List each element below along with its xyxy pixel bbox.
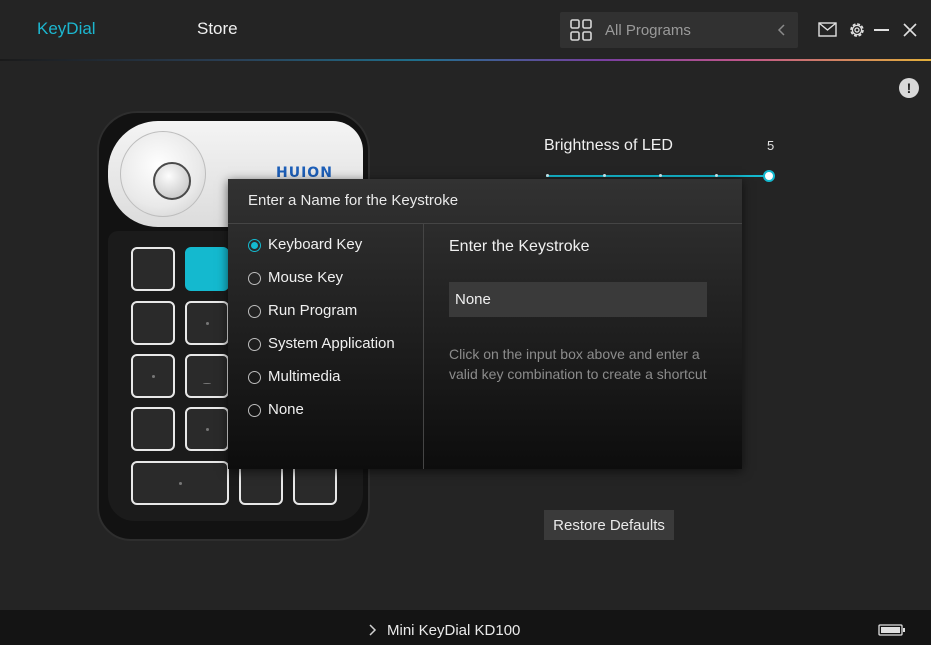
device-key[interactable]: [131, 247, 175, 291]
device-key[interactable]: [185, 354, 229, 398]
device-key[interactable]: [185, 301, 229, 345]
option-label: Run Program: [268, 302, 358, 319]
battery-icon: [878, 624, 905, 636]
radio-icon[interactable]: [248, 272, 261, 285]
slider-tick: [659, 174, 662, 177]
radio-icon[interactable]: [248, 239, 261, 252]
program-selector-label: All Programs: [605, 22, 691, 39]
dialog-divider: [228, 223, 742, 224]
header-accent-line: [0, 59, 931, 61]
device-name[interactable]: Mini KeyDial KD100: [387, 622, 520, 639]
restore-defaults-button[interactable]: Restore Defaults: [544, 510, 674, 540]
dialog-column-divider: [423, 224, 424, 469]
device-key[interactable]: [185, 407, 229, 451]
brightness-label: Brightness of LED: [544, 137, 673, 154]
alert-icon[interactable]: !: [899, 78, 919, 98]
brightness-value: 5: [767, 138, 775, 153]
grid-icon: [570, 19, 592, 41]
slider-tick: [715, 174, 718, 177]
keystroke-heading: Enter the Keystroke: [449, 238, 590, 255]
gear-icon[interactable]: [848, 21, 866, 39]
chevron-right-icon[interactable]: [368, 624, 377, 636]
brightness-slider[interactable]: [546, 174, 769, 177]
option-label: None: [268, 401, 304, 418]
radio-icon[interactable]: [248, 404, 261, 417]
radio-icon[interactable]: [248, 371, 261, 384]
slider-tick: [603, 174, 606, 177]
device-key[interactable]: [131, 354, 175, 398]
dial-ring[interactable]: [120, 131, 206, 217]
brightness-slider-thumb[interactable]: [763, 170, 775, 182]
keystroke-hint: Click on the input box above and enter a…: [449, 346, 707, 382]
device-key-selected[interactable]: [185, 247, 229, 291]
option-label: Keyboard Key: [268, 236, 363, 253]
device-key[interactable]: [131, 301, 175, 345]
chevron-left-icon[interactable]: [776, 23, 788, 37]
tab-store[interactable]: Store: [197, 19, 238, 39]
slider-tick: [546, 174, 549, 177]
option-label: System Application: [268, 335, 395, 352]
program-selector[interactable]: All Programs: [560, 12, 798, 48]
dialog-title: Enter a Name for the Keystroke: [248, 192, 459, 209]
tab-keydial[interactable]: KeyDial: [37, 19, 96, 39]
radio-icon[interactable]: [248, 338, 261, 351]
title-bar: KeyDial Store All Programs: [0, 0, 931, 61]
device-key[interactable]: [131, 407, 175, 451]
device-footer: Mini KeyDial KD100: [0, 610, 931, 645]
keystroke-input[interactable]: [449, 282, 707, 317]
option-label: Multimedia: [268, 368, 341, 385]
option-label: Mouse Key: [268, 269, 344, 286]
mail-icon[interactable]: [818, 22, 837, 37]
close-icon[interactable]: [902, 22, 918, 38]
radio-icon[interactable]: [248, 305, 261, 318]
keystroke-dialog: Enter a Name for the Keystroke Keyboard …: [228, 179, 742, 469]
minimize-icon[interactable]: [874, 29, 889, 31]
dial-knob: [153, 162, 191, 200]
device-key-wide[interactable]: [131, 461, 229, 505]
